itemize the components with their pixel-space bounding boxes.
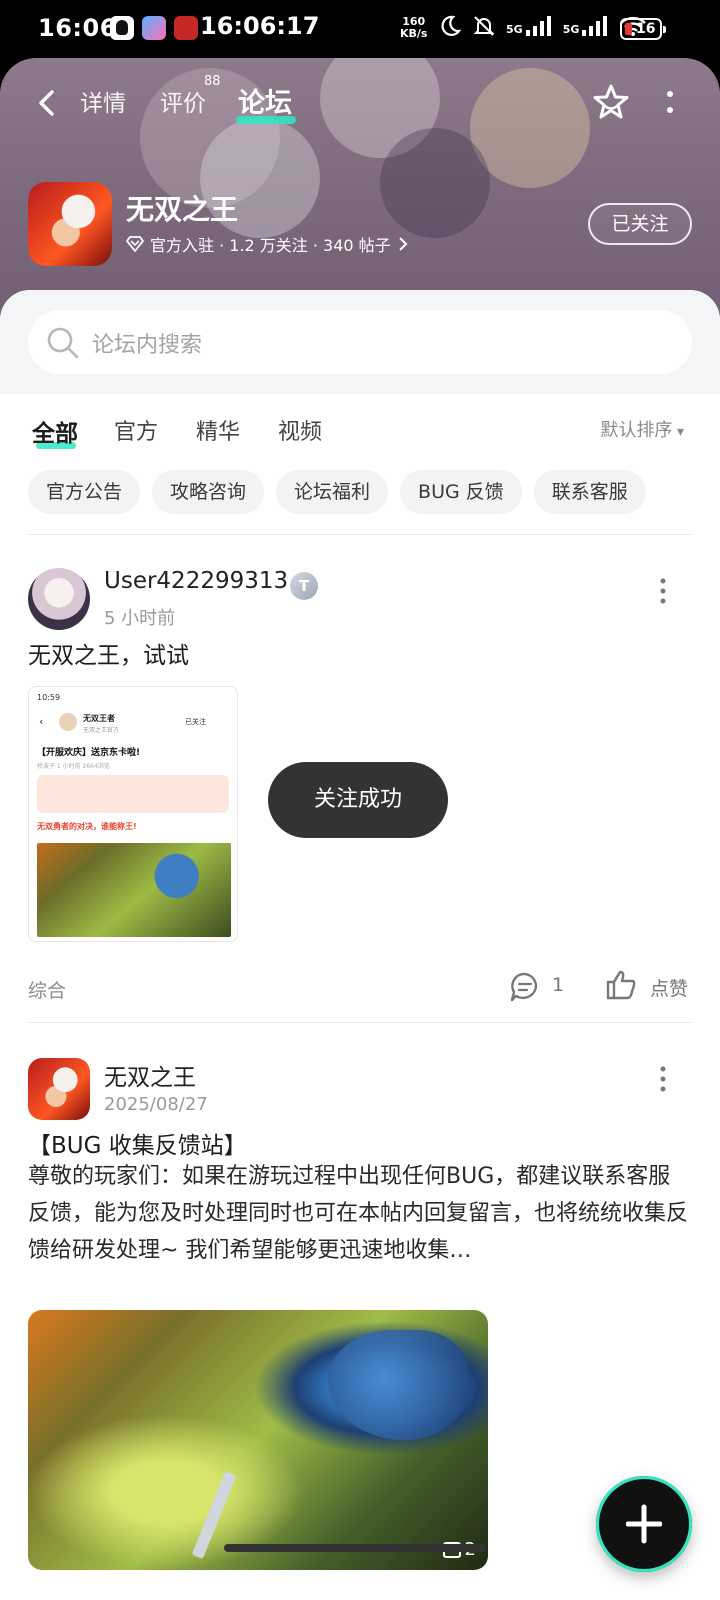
comment-icon[interactable] xyxy=(508,970,542,1004)
post-2-avatar[interactable] xyxy=(28,1058,90,1120)
post-1-tag[interactable]: 综合 xyxy=(28,976,66,1003)
mini-event-box xyxy=(37,775,229,813)
signal-icon-b: 5G xyxy=(563,16,610,36)
divider xyxy=(28,534,692,535)
moon-icon xyxy=(441,15,462,36)
post-2-time: 2025/08/27 xyxy=(104,1094,208,1115)
reviews-count-badge: 88 xyxy=(204,74,221,89)
plus-icon xyxy=(626,1504,662,1544)
filter-tab-official[interactable]: 官方 xyxy=(114,414,158,446)
post-2-author[interactable]: 无双之王 xyxy=(104,1058,196,1092)
tab-forum[interactable]: 论坛 xyxy=(238,81,292,120)
signal-icon-a: 5G xyxy=(506,16,553,36)
chip-strategy[interactable]: 攻略咨询 xyxy=(152,470,265,514)
official-diamond-icon xyxy=(126,236,144,252)
game-meta-text: 官方入驻 · 1.2 万关注 · 340 帖子 xyxy=(150,236,391,255)
filter-tabs: 全部 官方 精华 视频 默认排序 xyxy=(0,394,720,464)
post-1-comment-count: 1 xyxy=(552,974,565,996)
mini-back-icon: ‹ xyxy=(39,715,44,728)
toast-message: 关注成功 xyxy=(268,762,448,838)
qq-notification-icon xyxy=(110,16,134,40)
following-button[interactable]: 已关注 xyxy=(588,203,692,245)
tab-reviews[interactable]: 评价 xyxy=(160,84,206,118)
dragon-art xyxy=(328,1330,468,1440)
post-1-avatar[interactable] xyxy=(28,568,90,630)
filter-tab-featured[interactable]: 精华 xyxy=(196,414,240,446)
game-name: 无双之王 xyxy=(126,193,239,226)
battery-indicator: 16 xyxy=(620,18,666,40)
post-1-title[interactable]: 无双之王，试试 xyxy=(28,636,189,670)
status-icons: 5G 5G xyxy=(438,14,647,38)
game-logo xyxy=(28,182,112,266)
back-arrow-icon[interactable] xyxy=(30,86,64,120)
mute-bell-icon xyxy=(473,16,495,36)
chip-contact-support[interactable]: 联系客服 xyxy=(533,470,646,514)
create-post-button[interactable] xyxy=(596,1476,692,1572)
search-placeholder: 论坛内搜索 xyxy=(92,333,203,358)
sort-dropdown[interactable]: 默认排序 xyxy=(601,416,684,442)
top-navigation: 详情 评价 88 论坛 xyxy=(0,74,720,128)
post-1-image[interactable]: 10:59 ‹ 无双王者 无双之王官方 已关注 【开服欢庆】送京东卡啦! 桥波子… xyxy=(28,686,238,942)
thumbs-up-icon[interactable] xyxy=(604,968,638,1002)
category-chips: 官方公告 攻略咨询 论坛福利 BUG 反馈 联系客服 xyxy=(28,470,646,514)
filter-tab-video[interactable]: 视频 xyxy=(278,414,322,446)
game-notification-icon xyxy=(142,16,166,40)
divider xyxy=(28,1022,692,1023)
filter-tab-all[interactable]: 全部 xyxy=(32,414,78,448)
post-1-more-icon[interactable] xyxy=(658,576,668,606)
app-notification-icon xyxy=(174,16,198,40)
post-1-author[interactable]: User422299313 xyxy=(104,568,288,594)
search-icon xyxy=(47,327,79,359)
status-bar: 16:06 16:06:17 160 KB/s 5G 5G 16 xyxy=(0,0,720,58)
post-1-time: 5 小时前 xyxy=(104,608,176,629)
mini-game-art xyxy=(37,843,231,937)
game-meta[interactable]: 官方入驻 · 1.2 万关注 · 340 帖子 xyxy=(126,232,409,256)
post-2-title[interactable]: 【BUG 收集反馈站】 xyxy=(28,1126,247,1160)
chip-forum-welfare[interactable]: 论坛福利 xyxy=(276,470,389,514)
post-1-like-label[interactable]: 点赞 xyxy=(650,974,688,1001)
chip-official-announcement[interactable]: 官方公告 xyxy=(28,470,141,514)
search-area: 论坛内搜索 xyxy=(0,290,720,394)
post-2-more-icon[interactable] xyxy=(658,1064,668,1094)
post-2-image[interactable]: 2 xyxy=(28,1310,488,1570)
mini-avatar xyxy=(59,713,77,731)
net-speed: 160 KB/s xyxy=(400,15,428,40)
status-time: 16:06 xyxy=(38,14,117,42)
status-clock-seconds: 16:06:17 xyxy=(200,12,320,40)
user-level-badge: T xyxy=(290,572,318,600)
more-options-icon[interactable] xyxy=(660,88,680,118)
search-input[interactable]: 论坛内搜索 xyxy=(28,310,692,374)
chip-bug-feedback[interactable]: BUG 反馈 xyxy=(400,470,522,514)
forum-content: 论坛内搜索 全部 官方 精华 视频 默认排序 官方公告 攻略咨询 论坛福利 BU… xyxy=(0,290,720,1600)
post-2-body[interactable]: 尊敬的玩家们：如果在游玩过程中出现任何BUG，都建议联系客服反馈，能为您及时处理… xyxy=(28,1158,688,1269)
favorite-star-icon[interactable] xyxy=(590,82,632,124)
chevron-right-icon xyxy=(398,237,408,251)
home-indicator xyxy=(224,1544,486,1552)
tab-details[interactable]: 详情 xyxy=(80,84,126,118)
